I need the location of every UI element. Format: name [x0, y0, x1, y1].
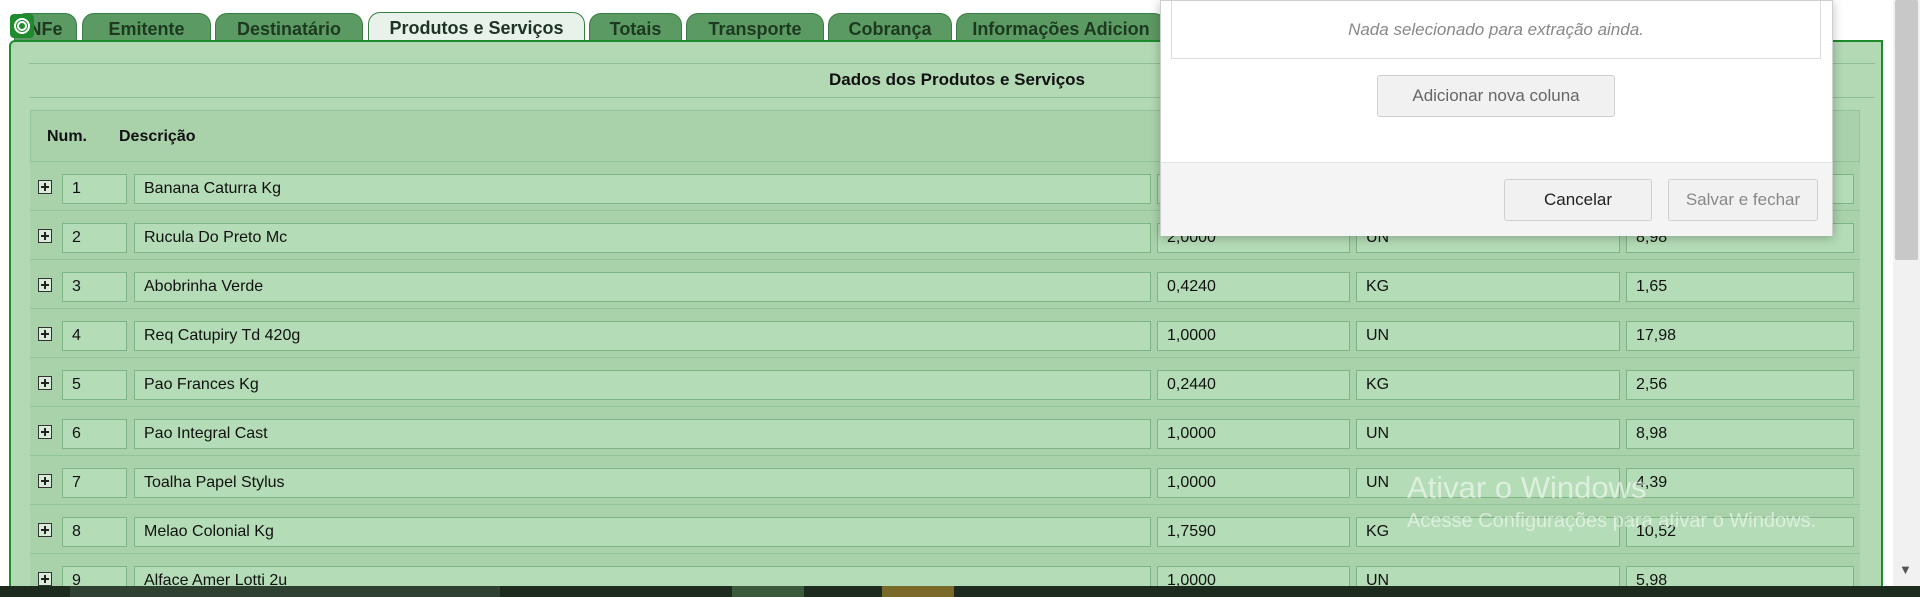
item-number-field[interactable]: 4: [62, 321, 127, 351]
tab-emitente[interactable]: Emitente: [82, 13, 211, 43]
activation-watermark-title: Ativar o Windows: [1407, 470, 1647, 505]
item-quantity-field[interactable]: 1,0000: [1157, 321, 1350, 351]
item-value-field[interactable]: 4,39: [1626, 468, 1854, 498]
expand-row-icon[interactable]: [38, 425, 52, 439]
expand-row-icon[interactable]: [38, 523, 52, 537]
tab-destinatario-label: Destinatário: [236, 19, 342, 39]
expand-row-icon[interactable]: [38, 327, 52, 341]
item-number-field[interactable]: 5: [62, 370, 127, 400]
activation-watermark-subtitle: Acesse Configurações para ativar o Windo…: [1407, 510, 1817, 532]
item-value-field[interactable]: 17,98: [1626, 321, 1854, 351]
item-description-field[interactable]: Abobrinha Verde: [134, 272, 1151, 302]
taskbar-item[interactable]: [70, 586, 500, 597]
item-description-field[interactable]: Banana Caturra Kg: [134, 174, 1151, 204]
item-quantity-field[interactable]: 1,0000: [1157, 468, 1350, 498]
expand-row-icon[interactable]: [38, 278, 52, 292]
item-value-field[interactable]: 8,98: [1626, 419, 1854, 449]
tab-totais[interactable]: Totais: [589, 13, 682, 43]
item-unit-field[interactable]: KG: [1356, 370, 1620, 400]
item-number-field[interactable]: 3: [62, 272, 127, 302]
tab-destinatario[interactable]: Destinatário: [215, 13, 363, 43]
expand-row-icon[interactable]: [38, 572, 52, 586]
expand-row-icon[interactable]: [38, 180, 52, 194]
tab-emitente-label: Emitente: [108, 19, 185, 39]
item-number-field[interactable]: 1: [62, 174, 127, 204]
item-quantity-field[interactable]: 0,4240: [1157, 272, 1350, 302]
item-number-field[interactable]: 7: [62, 468, 127, 498]
tab-informacoes-adicionais-label: Informações Adicion: [972, 19, 1150, 39]
vertical-scrollbar[interactable]: ▼: [1893, 0, 1920, 597]
col-num-header: Num.: [47, 128, 87, 145]
app-logo-icon[interactable]: [10, 14, 34, 38]
scroll-down-icon[interactable]: ▼: [1899, 562, 1912, 577]
item-value-field[interactable]: 2,56: [1626, 370, 1854, 400]
dialog-footer: Cancelar Salvar e fechar: [1161, 162, 1832, 236]
tab-cobranca[interactable]: Cobrança: [828, 13, 952, 43]
tab-transporte[interactable]: Transporte: [686, 13, 824, 43]
taskbar: [0, 586, 1920, 597]
item-number-field[interactable]: 6: [62, 419, 127, 449]
item-unit-field[interactable]: KG: [1356, 272, 1620, 302]
tab-totais-label: Totais: [609, 19, 662, 39]
scrollbar-thumb[interactable]: [1895, 0, 1918, 260]
item-number-field[interactable]: 8: [62, 517, 127, 547]
page: { "tabs": [ {"label": "NFe", "active": f…: [0, 0, 1920, 597]
tab-produtos-servicos-label: Produtos e Serviços: [389, 18, 564, 38]
item-quantity-field[interactable]: 0,2440: [1157, 370, 1350, 400]
tab-produtos-servicos[interactable]: Produtos e Serviços: [368, 12, 585, 43]
column-extraction-dialog: Nada selecionado para extração ainda. Ad…: [1160, 0, 1833, 236]
expand-row-icon[interactable]: [38, 474, 52, 488]
taskbar-item[interactable]: [882, 586, 954, 597]
save-close-button[interactable]: Salvar e fechar: [1668, 179, 1818, 221]
item-quantity-field[interactable]: 1,0000: [1157, 419, 1350, 449]
tab-informacoes-adicionais[interactable]: Informações Adicion: [956, 13, 1166, 43]
table-row: 5 Pao Frances Kg 0,2440 KG 2,56: [30, 358, 1860, 407]
add-column-button[interactable]: Adicionar nova coluna: [1377, 75, 1615, 117]
table-row: 4 Req Catupiry Td 420g 1,0000 UN 17,98: [30, 309, 1860, 358]
item-value-field[interactable]: 1,65: [1626, 272, 1854, 302]
item-description-field[interactable]: Pao Frances Kg: [134, 370, 1151, 400]
item-description-field[interactable]: Melao Colonial Kg: [134, 517, 1151, 547]
selection-empty-box: Nada selecionado para extração ainda.: [1171, 1, 1821, 59]
item-quantity-field[interactable]: 1,7590: [1157, 517, 1350, 547]
table-row: 6 Pao Integral Cast 1,0000 UN 8,98: [30, 407, 1860, 456]
tab-cobranca-label: Cobrança: [848, 19, 932, 39]
item-number-field[interactable]: 2: [62, 223, 127, 253]
cancel-button[interactable]: Cancelar: [1504, 179, 1652, 221]
expand-row-icon[interactable]: [38, 376, 52, 390]
tab-transporte-label: Transporte: [708, 19, 802, 39]
taskbar-item[interactable]: [732, 586, 804, 597]
item-unit-field[interactable]: UN: [1356, 321, 1620, 351]
item-description-field[interactable]: Req Catupiry Td 420g: [134, 321, 1151, 351]
table-row: 3 Abobrinha Verde 0,4240 KG 1,65: [30, 260, 1860, 309]
item-description-field[interactable]: Pao Integral Cast: [134, 419, 1151, 449]
empty-selection-text: Nada selecionado para extração ainda.: [1348, 19, 1644, 39]
expand-row-icon[interactable]: [38, 229, 52, 243]
item-description-field[interactable]: Toalha Papel Stylus: [134, 468, 1151, 498]
col-descricao-header: Descrição: [119, 128, 196, 145]
item-unit-field[interactable]: UN: [1356, 419, 1620, 449]
item-description-field[interactable]: Rucula Do Preto Mc: [134, 223, 1151, 253]
